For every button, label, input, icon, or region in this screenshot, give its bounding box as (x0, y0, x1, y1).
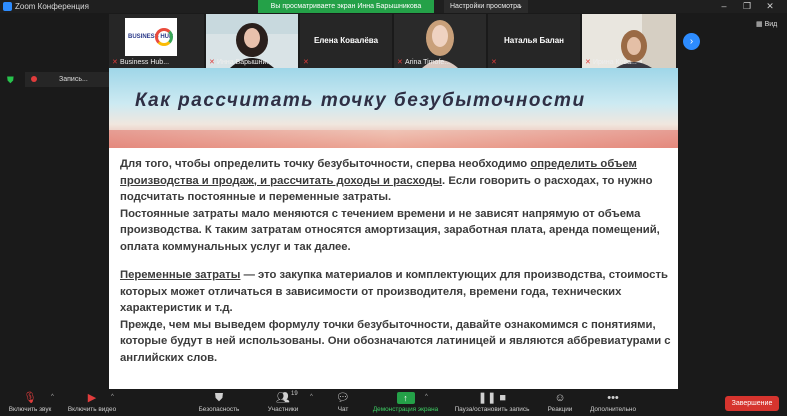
participant-name: Ирина Кова... (593, 59, 637, 66)
participant-tile-business-hub[interactable]: BUSINESS HUB ✕ Business Hub... (109, 14, 204, 68)
view-button[interactable]: ▦ Вид (756, 20, 777, 28)
chat-button[interactable]: 💬︎ Чат (330, 389, 356, 416)
security-button[interactable]: ⛊ Безопасность (193, 389, 245, 416)
meeting-toolbar: 🎙︎ Включить звук ^ ▶︎ Включить видео ^ ⛊… (0, 389, 787, 416)
business-hub-logo: BUSINESS HUB (125, 18, 177, 56)
participant-name: Инна Барышни... (217, 59, 273, 66)
audio-options-caret[interactable]: ^ (51, 394, 54, 400)
close-button[interactable]: ✕ (758, 1, 782, 12)
view-options-dropdown[interactable]: Настройки просмотра ⌄ (444, 0, 528, 13)
video-options-caret[interactable]: ^ (111, 394, 114, 400)
unmute-button[interactable]: 🎙︎ Включить звук (4, 389, 56, 416)
shield-icon: ⛊ (214, 392, 224, 404)
mic-muted-icon: ✕ (209, 59, 215, 66)
minimize-button[interactable]: – (712, 1, 736, 12)
maximize-button[interactable]: ❐ (735, 1, 759, 12)
share-options-caret[interactable]: ^ (425, 394, 428, 400)
recording-label: Запись... (59, 76, 88, 83)
reactions-button[interactable]: ☺ Реакции (544, 389, 576, 416)
pause-stop-recording-button[interactable]: ❚❚ ■ Пауза/остановить запись (448, 389, 536, 416)
chat-icon: 💬︎ (336, 392, 350, 404)
mic-muted-icon: ✕ (585, 59, 591, 66)
pause-stop-icon: ❚❚ ■ (477, 392, 507, 404)
participant-name: Business Hub... (120, 59, 170, 66)
participants-button[interactable]: 👥︎ 19 Участники (260, 389, 306, 416)
zoom-app-icon (3, 2, 12, 11)
participants-options-caret[interactable]: ^ (310, 394, 313, 400)
participants-count: 19 (291, 391, 298, 397)
mic-muted-icon: ✕ (397, 59, 403, 66)
more-dots-icon: ••• (607, 392, 619, 404)
logo-circle-icon (155, 28, 173, 46)
paragraph-2: Постоянные затраты мало меняются с течен… (120, 207, 660, 253)
sharing-banner: Вы просматриваете экран Инна Барышникова (258, 0, 434, 13)
shield-icon: ⛊ (7, 75, 14, 85)
paragraph-4: Прежде, чем мы выведем формулу точки без… (120, 318, 671, 364)
end-meeting-button[interactable]: Завершение (725, 396, 779, 411)
mic-muted-icon: ✕ (303, 59, 309, 66)
shared-screen-slide: Как рассчитать точку безубыточности Для … (109, 68, 678, 389)
slide-title: Как рассчитать точку безубыточности (135, 90, 586, 111)
participants-icon: 👥︎ (276, 392, 290, 404)
recording-indicator[interactable]: Запись... (25, 72, 110, 87)
recording-dot-icon (31, 76, 37, 83)
paragraph-1: Для того, чтобы определить точку безубыт… (120, 158, 653, 203)
participant-tile-inna[interactable]: ✕ Инна Барышни... (206, 14, 298, 68)
mic-muted-icon: 🎙︎ (23, 392, 37, 404)
more-button[interactable]: ••• Дополнительно (586, 389, 640, 416)
next-page-button[interactable]: › (683, 33, 700, 50)
paragraph-3: Переменные затраты — это закупка материа… (120, 269, 668, 314)
chevron-down-icon: ⌄ (517, 3, 523, 10)
view-button-label: Вид (764, 21, 778, 28)
participant-tile-natalia[interactable]: Наталья Балан ✕ (488, 14, 580, 68)
smiley-icon: ☺ (554, 392, 566, 404)
participant-name: Arina Timofe... (405, 59, 451, 66)
participant-tile-arina[interactable]: ✕ Arina Timofe... (394, 14, 486, 68)
participant-tile-irina[interactable]: ✕ Ирина Кова... (582, 14, 676, 68)
view-options-label: Настройки просмотра (450, 3, 521, 10)
zoom-window: Zoom Конференция – ❐ ✕ Вы просматриваете… (0, 0, 787, 416)
mic-muted-icon: ✕ (491, 59, 497, 66)
window-title: Zoom Конференция (15, 2, 89, 11)
share-screen-button[interactable]: ↑ Демонстрация экрана (368, 389, 443, 416)
share-screen-icon: ↑ (396, 392, 415, 404)
slide-body: Для того, чтобы определить точку безубыт… (120, 156, 673, 366)
participant-name: Елена Ковалёва (313, 36, 379, 45)
mic-muted-icon: ✕ (112, 59, 118, 66)
participant-tile-elena[interactable]: Елена Ковалёва ✕ (300, 14, 392, 68)
participant-name: Наталья Балан (503, 36, 565, 45)
